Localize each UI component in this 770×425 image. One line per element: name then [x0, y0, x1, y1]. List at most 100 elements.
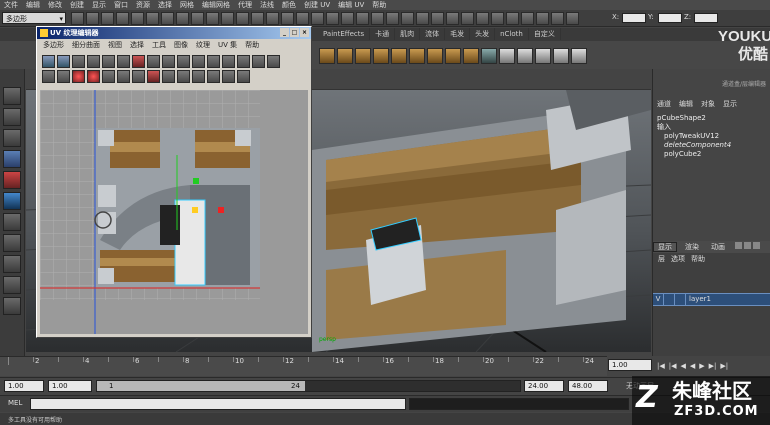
mask-icon[interactable]: [191, 12, 204, 25]
uv-tool-icon[interactable]: [222, 55, 235, 68]
uv-menu-view[interactable]: 视图: [104, 39, 126, 52]
uv-menu-help[interactable]: 帮助: [241, 39, 263, 52]
uv-tool-icon[interactable]: [87, 55, 100, 68]
shelf-tool-icon[interactable]: [445, 48, 461, 64]
scale-tool-icon[interactable]: [3, 192, 21, 210]
shelf-tool-icon[interactable]: [355, 48, 371, 64]
uv-tool-icon[interactable]: [162, 55, 175, 68]
uv-tool-icon[interactable]: [162, 70, 175, 83]
hypershade-icon[interactable]: [386, 12, 399, 25]
shelf-tab-custom[interactable]: 自定义: [529, 28, 561, 40]
range-slider-handle[interactable]: [97, 381, 305, 391]
menu-file[interactable]: 文件: [0, 0, 22, 10]
uv-tool-icon[interactable]: [57, 70, 70, 83]
menu-modify[interactable]: 修改: [44, 0, 66, 10]
mask-icon[interactable]: [161, 12, 174, 25]
channel-menu-channels[interactable]: 通道: [657, 100, 671, 108]
uv-tool-icon[interactable]: [237, 70, 250, 83]
snap-curve-icon[interactable]: [236, 12, 249, 25]
layout-outliner-icon[interactable]: [3, 255, 21, 273]
select-component-icon[interactable]: [146, 12, 159, 25]
shelf-tab-toon[interactable]: 卡通: [370, 28, 396, 40]
uv-tool-icon[interactable]: [147, 55, 160, 68]
outliner-icon[interactable]: [446, 12, 459, 25]
menu-window[interactable]: 窗口: [110, 0, 132, 10]
play-forward-icon[interactable]: ▶: [699, 362, 704, 370]
uv-tool-icon[interactable]: [237, 55, 250, 68]
layer-row[interactable]: V layer1: [653, 293, 770, 306]
step-forward-icon[interactable]: ▶|: [709, 362, 717, 370]
uv-tool-icon[interactable]: [132, 55, 145, 68]
menu-help[interactable]: 帮助: [368, 0, 390, 10]
go-to-end-icon[interactable]: ▶|: [720, 362, 728, 370]
shelf-tab-ncloth[interactable]: nCloth: [495, 28, 529, 40]
uv-tool-icon[interactable]: [252, 55, 265, 68]
shelf-tab-fur[interactable]: 毛发: [445, 28, 471, 40]
range-slider[interactable]: 1 24: [96, 380, 521, 392]
layer-tab-render[interactable]: 渲染: [681, 243, 703, 251]
channel-menu-show[interactable]: 显示: [723, 100, 737, 108]
save-scene-icon[interactable]: [101, 12, 114, 25]
uv-menu-select[interactable]: 选择: [126, 39, 148, 52]
shelf-tool-icon[interactable]: [535, 48, 551, 64]
uv-handle-red[interactable]: [218, 207, 224, 213]
shape-node-name[interactable]: pCubeShape2: [657, 114, 770, 123]
uv-tool-icon[interactable]: [222, 70, 235, 83]
shelf-tool-icon[interactable]: [571, 48, 587, 64]
layer-visibility-toggle[interactable]: V: [653, 294, 664, 305]
render-icon[interactable]: [296, 12, 309, 25]
mode-dropdown[interactable]: 多边形 ▾: [2, 12, 66, 24]
playback-start-field[interactable]: 1.00: [48, 380, 92, 392]
layer-new-icon[interactable]: [744, 242, 752, 249]
layer-menu-options[interactable]: 选项: [671, 255, 685, 263]
menu-mesh[interactable]: 网格: [176, 0, 198, 10]
uv-menu-textures[interactable]: 纹理: [192, 39, 214, 52]
history-icon[interactable]: [281, 12, 294, 25]
select-hierarchy-icon[interactable]: [116, 12, 129, 25]
current-frame-field[interactable]: 1.00: [608, 359, 652, 371]
shelf-tab-muscle[interactable]: 肌肉: [395, 28, 421, 40]
move-tool-icon[interactable]: [3, 150, 21, 168]
shelf-tool-icon[interactable]: [319, 48, 335, 64]
layer-tab-display[interactable]: 显示: [653, 242, 677, 252]
uv-tool-icon[interactable]: [42, 70, 55, 83]
uv-tool-icon[interactable]: [72, 55, 85, 68]
rotate-tool-icon[interactable]: [3, 171, 21, 189]
cone-icon[interactable]: [551, 12, 564, 25]
menu-edit-uv[interactable]: 编辑 UV: [334, 0, 368, 10]
shelf-tool-icon[interactable]: [391, 48, 407, 64]
channel-menu-edit[interactable]: 编辑: [679, 100, 693, 108]
uv-menu-tools[interactable]: 工具: [148, 39, 170, 52]
snap-point-icon[interactable]: [251, 12, 264, 25]
uv-canvas[interactable]: [40, 90, 308, 334]
menu-assets[interactable]: 资源: [132, 0, 154, 10]
uv-tool-icon[interactable]: [117, 70, 130, 83]
shelf-tool-icon[interactable]: [409, 48, 425, 64]
menu-edit-mesh[interactable]: 编辑网格: [198, 0, 234, 10]
layout-hypershade-icon[interactable]: [3, 297, 21, 315]
light-icon[interactable]: [401, 12, 414, 25]
mask-icon[interactable]: [206, 12, 219, 25]
paint-select-tool-icon[interactable]: [3, 129, 21, 147]
uv-window-titlebar[interactable]: UV 纹理编辑器 _ □ ×: [37, 27, 311, 39]
layer-menu-layers[interactable]: 层: [658, 255, 665, 263]
uv-handle-yellow[interactable]: [192, 207, 198, 213]
uv-tool-icon[interactable]: [57, 55, 70, 68]
shelf-tool-icon[interactable]: [373, 48, 389, 64]
uv-tool-icon[interactable]: [102, 55, 115, 68]
open-scene-icon[interactable]: [86, 12, 99, 25]
menu-normals[interactable]: 法线: [256, 0, 278, 10]
layer-menu-help[interactable]: 帮助: [691, 255, 705, 263]
select-tool-icon[interactable]: [3, 87, 21, 105]
menu-edit[interactable]: 编辑: [22, 0, 44, 10]
uv-tool-icon[interactable]: [132, 70, 145, 83]
lasso-tool-icon[interactable]: [3, 108, 21, 126]
render-settings-icon[interactable]: [326, 12, 339, 25]
snap-grid-icon[interactable]: [221, 12, 234, 25]
uv-tool-icon[interactable]: [102, 70, 115, 83]
uv-tool-icon[interactable]: [72, 70, 85, 83]
layout-four-icon[interactable]: [3, 234, 21, 252]
layer-name[interactable]: layer1: [686, 295, 711, 303]
shelf-tool-icon[interactable]: [517, 48, 533, 64]
z-field[interactable]: [694, 13, 718, 23]
